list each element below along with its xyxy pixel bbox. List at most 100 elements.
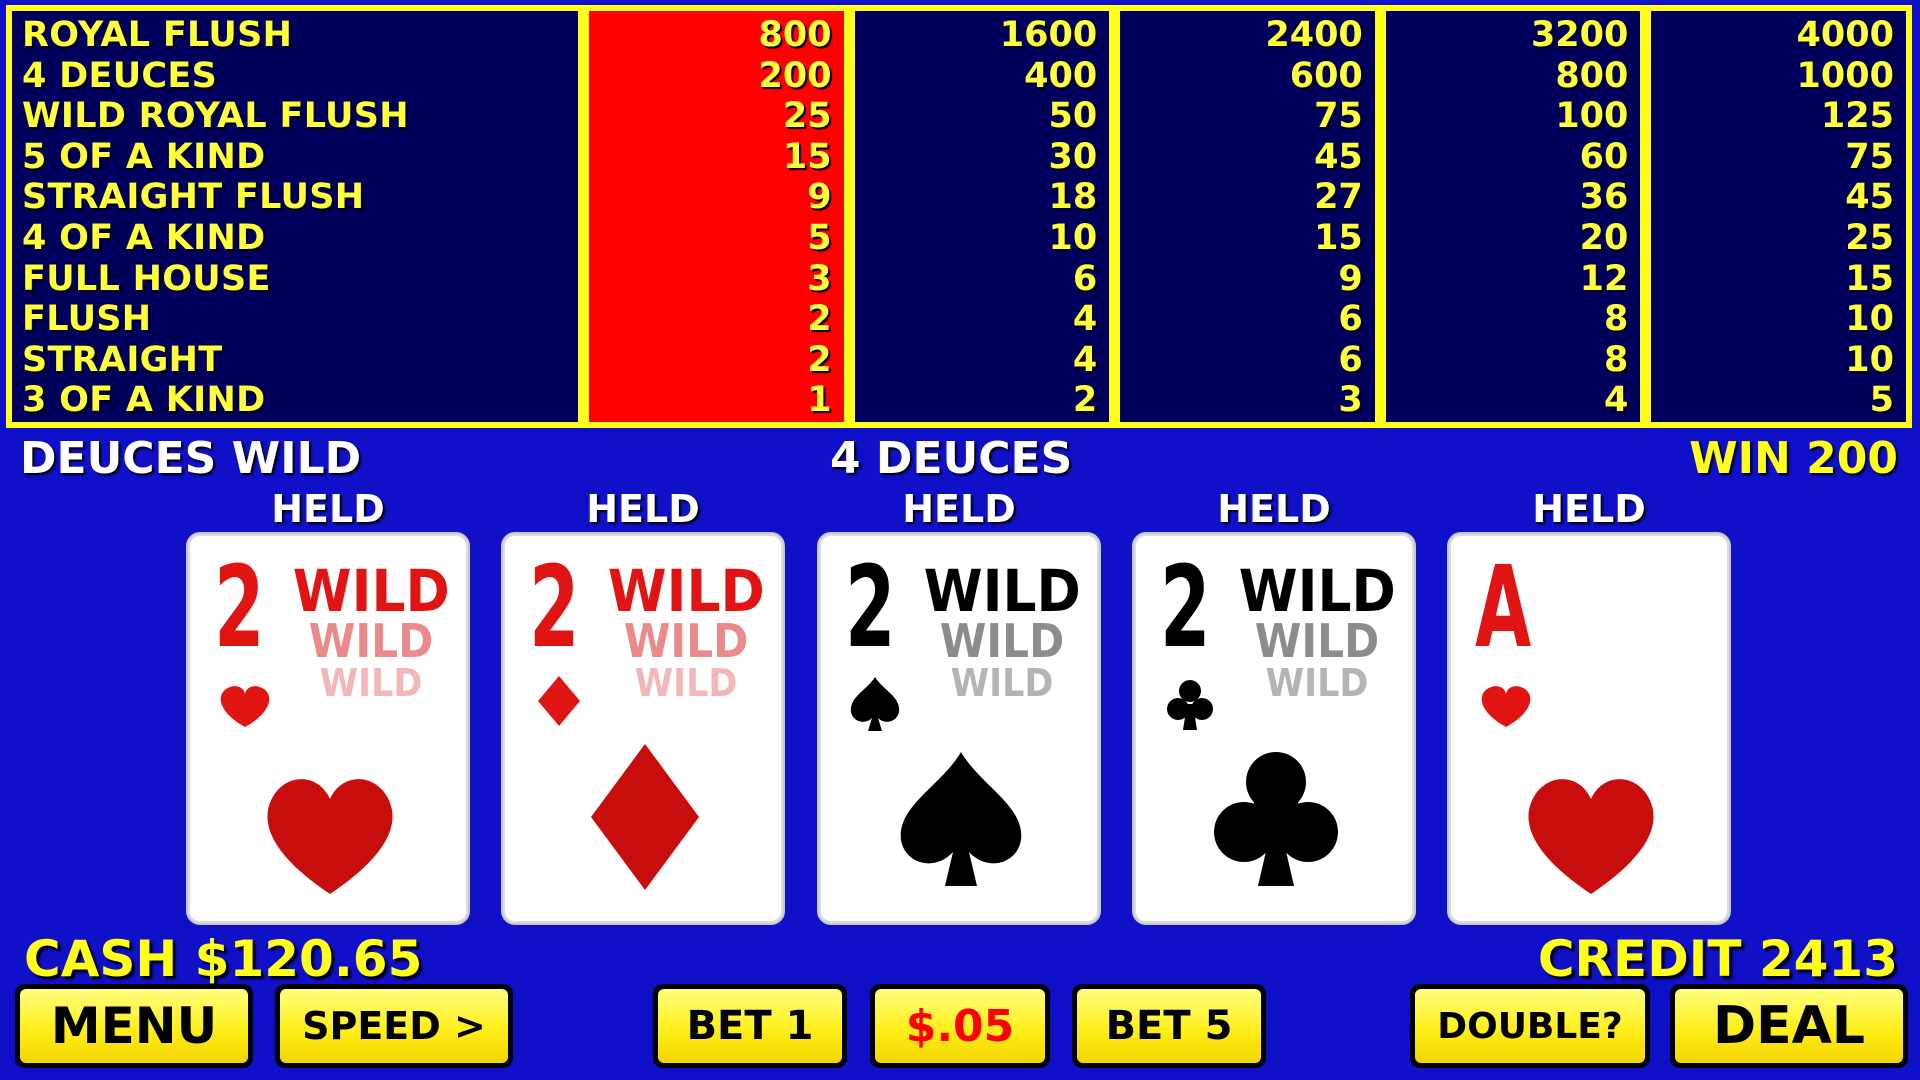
paytable-payout: 100 bbox=[1555, 96, 1629, 137]
paytable-payout: 30 bbox=[1048, 136, 1098, 177]
paytable-payout: 25 bbox=[782, 96, 832, 137]
game-name: DEUCES WILD bbox=[20, 433, 362, 484]
paytable-payout: 10 bbox=[1845, 339, 1894, 380]
paytable-payout: 8 bbox=[1604, 339, 1629, 380]
paytable-payout: 10 bbox=[1048, 217, 1098, 258]
paytable-payout: 1600 bbox=[999, 15, 1098, 55]
spade-icon bbox=[850, 677, 1022, 886]
paytable-payout: 4 bbox=[1072, 339, 1098, 380]
club-icon bbox=[1167, 680, 1338, 886]
paytable-payout: 12 bbox=[1579, 258, 1629, 299]
paytable-payout: 4000 bbox=[1796, 15, 1894, 55]
held-label-4: HELD bbox=[1217, 487, 1331, 531]
menu-button-label: MENU bbox=[20, 989, 248, 1063]
paytable-hand-name: 4 DEUCES bbox=[22, 55, 218, 96]
paytable-hand-name: 4 OF A KIND bbox=[22, 217, 266, 258]
paytable-hand-name: STRAIGHT FLUSH bbox=[22, 177, 365, 218]
speed-button[interactable]: SPEED > bbox=[275, 984, 513, 1068]
paytable-payout: 15 bbox=[1314, 217, 1363, 258]
paytable-payout: 1000 bbox=[1796, 55, 1894, 96]
paytable-payout: 25 bbox=[1845, 217, 1894, 258]
paytable-payout: 800 bbox=[758, 15, 832, 55]
cash-display: CASH $120.65 bbox=[24, 930, 423, 988]
paytable-payout: 3200 bbox=[1530, 15, 1629, 55]
paytable-payout: 10 bbox=[1845, 299, 1894, 340]
paytable-payout: 8 bbox=[1604, 299, 1629, 340]
heart-icon bbox=[220, 686, 393, 894]
card-1-two-of-hearts[interactable]: 2 WILD WILD WILD bbox=[186, 532, 470, 925]
paytable-payout: 9 bbox=[807, 177, 832, 218]
paytable-payout: 6 bbox=[1338, 339, 1363, 380]
win-amount: WIN 200 bbox=[1689, 433, 1898, 484]
paytable-hand-names: ROYAL FLUSH 4 DEUCES WILD ROYAL FLUSH 5 … bbox=[12, 11, 578, 422]
hand-result: 4 DEUCES bbox=[830, 433, 1073, 484]
paytable-payout: 4 bbox=[1604, 380, 1629, 421]
bet-one-button[interactable]: BET 1 bbox=[653, 984, 847, 1068]
paytable-column-4-coin: 3200 800 100 60 36 20 12 8 8 4 bbox=[1385, 11, 1641, 422]
paytable-payout: 125 bbox=[1820, 96, 1894, 137]
paytable-payout: 5 bbox=[807, 217, 832, 258]
paytable-column-5-coin: 4000 1000 125 75 45 25 15 10 10 5 bbox=[1651, 11, 1906, 422]
card-2-two-of-diamonds[interactable]: 2 WILD WILD WILD bbox=[501, 532, 785, 925]
speed-button-label: SPEED > bbox=[280, 989, 508, 1063]
paytable-payout: 75 bbox=[1314, 96, 1363, 137]
card-5-ace-of-hearts[interactable]: A bbox=[1447, 532, 1731, 925]
menu-button[interactable]: MENU bbox=[15, 984, 253, 1068]
paytable-payout: 45 bbox=[1845, 177, 1894, 218]
paytable-payout: 9 bbox=[1338, 258, 1363, 299]
credit-display: CREDIT 2413 bbox=[1537, 930, 1898, 988]
heart-icon bbox=[1481, 686, 1654, 894]
paytable-payout: 2 bbox=[807, 299, 832, 340]
paytable-payout: 2 bbox=[1072, 380, 1098, 421]
paytable-payout: 800 bbox=[1555, 55, 1629, 96]
paytable-payout: 3 bbox=[1338, 380, 1363, 421]
denomination-button-label: $.05 bbox=[875, 989, 1045, 1063]
paytable-payout: 400 bbox=[1024, 55, 1098, 96]
card-3-two-of-spades[interactable]: 2 WILD WILD WILD bbox=[817, 532, 1101, 925]
paytable-column-2-coin: 1600 400 50 30 18 10 6 4 4 2 bbox=[854, 11, 1110, 422]
paytable-payout: 200 bbox=[758, 55, 832, 96]
paytable-payout: 50 bbox=[1048, 96, 1098, 137]
held-label-5: HELD bbox=[1532, 487, 1646, 531]
paytable-payout: 6 bbox=[1072, 258, 1098, 299]
paytable-hand-name: ROYAL FLUSH bbox=[22, 15, 293, 55]
card-4-two-of-clubs[interactable]: 2 WILD WILD WILD bbox=[1132, 532, 1416, 925]
paytable-payout: 36 bbox=[1579, 177, 1629, 218]
denomination-button[interactable]: $.05 bbox=[870, 984, 1050, 1068]
paytable-payout: 600 bbox=[1289, 55, 1363, 96]
paytable-hand-name: 3 OF A KIND bbox=[22, 380, 266, 421]
paytable-payout: 6 bbox=[1338, 299, 1363, 340]
held-label-1: HELD bbox=[271, 487, 385, 531]
paytable-column-3-coin: 2400 600 75 45 27 15 9 6 6 3 bbox=[1120, 11, 1375, 422]
paytable-column-1-coin: 800 200 25 15 9 5 3 2 2 1 bbox=[589, 11, 844, 422]
deal-button-label: DEAL bbox=[1675, 989, 1903, 1063]
paytable-payout: 15 bbox=[782, 136, 832, 177]
bet-max-button[interactable]: BET 5 bbox=[1072, 984, 1266, 1068]
paytable-payout: 3 bbox=[807, 258, 832, 299]
bet-one-button-label: BET 1 bbox=[658, 989, 842, 1063]
paytable-payout: 15 bbox=[1845, 258, 1894, 299]
paytable-payout: 4 bbox=[1072, 299, 1098, 340]
paytable-hand-name: WILD ROYAL FLUSH bbox=[22, 96, 409, 137]
paytable-payout: 27 bbox=[1314, 177, 1363, 218]
paytable-payout: 1 bbox=[807, 380, 832, 421]
diamond-icon bbox=[538, 676, 699, 890]
double-button-label: DOUBLE? bbox=[1415, 989, 1645, 1063]
double-button[interactable]: DOUBLE? bbox=[1410, 984, 1650, 1068]
paytable-hand-name: FULL HOUSE bbox=[22, 258, 271, 299]
paytable-hand-name: STRAIGHT bbox=[22, 339, 223, 380]
paytable-payout: 20 bbox=[1579, 217, 1629, 258]
paytable-payout: 18 bbox=[1048, 177, 1098, 218]
paytable-payout: 2 bbox=[807, 339, 832, 380]
paytable-payout: 5 bbox=[1869, 380, 1894, 421]
held-label-3: HELD bbox=[902, 487, 1016, 531]
paytable-payout: 75 bbox=[1845, 136, 1894, 177]
paytable-payout: 2400 bbox=[1265, 15, 1363, 55]
deal-button[interactable]: DEAL bbox=[1670, 984, 1908, 1068]
bet-max-button-label: BET 5 bbox=[1077, 989, 1261, 1063]
paytable: ROYAL FLUSH 4 DEUCES WILD ROYAL FLUSH 5 … bbox=[6, 5, 1912, 428]
paytable-hand-name: 5 OF A KIND bbox=[22, 136, 266, 177]
paytable-hand-name: FLUSH bbox=[22, 299, 152, 340]
paytable-payout: 45 bbox=[1314, 136, 1363, 177]
paytable-payout: 60 bbox=[1579, 136, 1629, 177]
